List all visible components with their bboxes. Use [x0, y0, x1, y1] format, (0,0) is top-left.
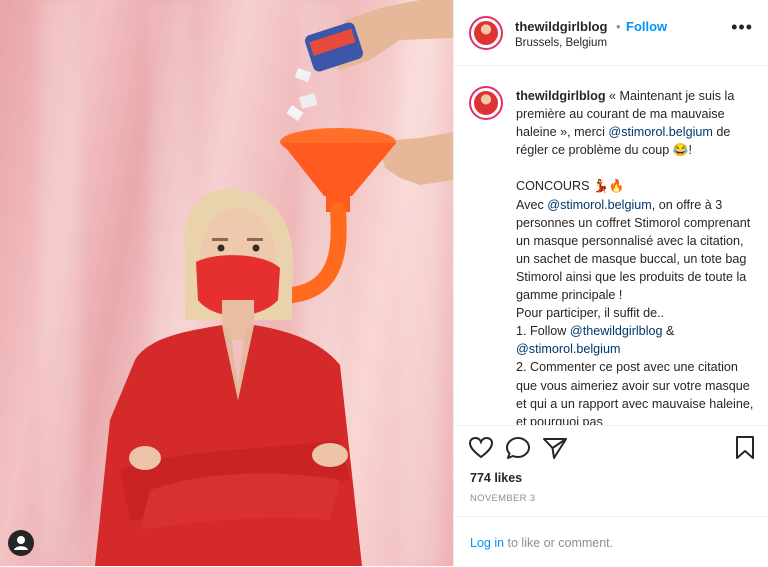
- login-prompt: Log in to like or comment.: [454, 516, 768, 567]
- avatar[interactable]: [469, 16, 503, 50]
- caption-text: CONCOURS 💃🔥: [516, 179, 625, 194]
- mention-link[interactable]: @stimorol.belgium: [608, 125, 712, 139]
- login-link[interactable]: Log in: [470, 536, 504, 550]
- caption-text: 1. Follow: [516, 324, 570, 339]
- follow-button[interactable]: Follow: [626, 19, 667, 34]
- mention-link[interactable]: @stimorol.belgium: [516, 342, 620, 356]
- caption-username[interactable]: thewildgirlblog: [516, 89, 606, 103]
- photo-illustration: [95, 0, 453, 566]
- caption-text: Avec: [516, 197, 548, 212]
- mention-link[interactable]: @stimorol.belgium: [547, 198, 651, 212]
- post-actions: 774 likes NOVEMBER 3 Log in to like or c…: [454, 425, 768, 566]
- header-separator: •: [616, 19, 621, 34]
- header-username[interactable]: thewildgirlblog: [515, 19, 607, 34]
- post-date: NOVEMBER 3: [470, 493, 536, 504]
- post-header: thewildgirlblog • Follow Brussels, Belgi…: [454, 0, 768, 66]
- heart-icon[interactable]: [468, 436, 494, 460]
- caption-text: , on offre à 3 personnes un coffret Stim…: [516, 197, 751, 303]
- post-caption: thewildgirlblog « Maintenant je suis la …: [516, 87, 756, 425]
- post-side-panel: thewildgirlblog • Follow Brussels, Belgi…: [453, 0, 768, 566]
- user-tag-icon[interactable]: [8, 530, 34, 556]
- mention-link[interactable]: @thewildgirlblog: [570, 324, 663, 338]
- location-link[interactable]: Brussels, Belgium: [515, 37, 607, 49]
- share-icon[interactable]: [542, 436, 568, 460]
- comment-icon[interactable]: [505, 436, 531, 460]
- caption-text: Pour participer, il suffit de..: [516, 306, 665, 321]
- login-prompt-text: to like or comment.: [504, 536, 614, 550]
- caption-text: &: [662, 324, 675, 339]
- post-photo[interactable]: [0, 0, 453, 566]
- caption-avatar[interactable]: [469, 86, 503, 120]
- instagram-post: thewildgirlblog • Follow Brussels, Belgi…: [0, 0, 768, 566]
- more-options-icon[interactable]: •••: [731, 18, 753, 36]
- bookmark-icon[interactable]: [734, 435, 756, 461]
- likes-count[interactable]: 774 likes: [470, 471, 522, 485]
